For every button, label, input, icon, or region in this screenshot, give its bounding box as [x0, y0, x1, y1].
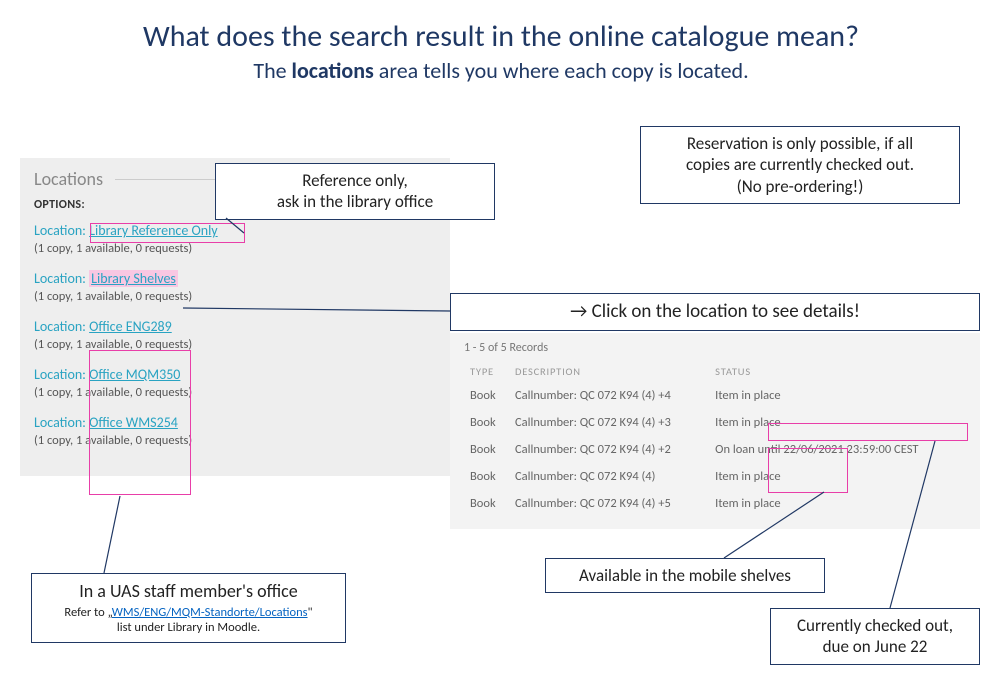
callout-text: In a UAS staff member's office	[46, 580, 331, 603]
details-panel: 1 - 5 of 5 Records TYPE DESCRIPTION STAT…	[450, 333, 980, 529]
moodle-link[interactable]: WMS/ENG/MQM-Standorte/Locations	[112, 605, 308, 620]
callout-text: Refer to „	[64, 605, 111, 620]
cell-desc: Callnumber: QC 072 K94 (4) +3	[509, 409, 709, 436]
subtitle-pre: The	[253, 57, 291, 84]
th-status: STATUS	[709, 361, 966, 382]
callout-text: due on June 22	[785, 636, 965, 657]
location-prefix: Location:	[34, 366, 89, 383]
cell-desc: Callnumber: QC 072 K94 (4)	[509, 463, 709, 490]
callout-uas-office: In a UAS staff member's office Refer to …	[31, 573, 346, 643]
table-row: Book Callnumber: QC 072 K94 (4) +3 Item …	[464, 409, 966, 436]
location-link-shelves[interactable]: Library Shelves	[89, 270, 178, 287]
callout-reservation: Reservation is only possible, if all cop…	[640, 126, 960, 204]
callout-text: Reference only,	[230, 170, 480, 191]
cell-status: Item in place	[709, 490, 966, 517]
location-link-wms254[interactable]: Office WMS254	[89, 414, 178, 431]
callout-text: (No pre-ordering!)	[655, 176, 945, 197]
callout-text: list under Library in Moodle.	[46, 620, 331, 636]
cell-type: Book	[464, 382, 509, 409]
callout-due: Currently checked out, due on June 22	[770, 608, 980, 665]
cell-status: Item in place	[709, 463, 966, 490]
location-availability: (1 copy, 1 available, 0 requests)	[34, 337, 436, 352]
callout-text: copies are currently checked out.	[655, 154, 945, 175]
cell-status: Item in place	[709, 382, 966, 409]
subtitle-post: area tells you where each copy is locate…	[374, 57, 749, 84]
location-item: Location: Library Shelves (1 copy, 1 ava…	[34, 270, 436, 304]
callout-mobile-shelves: Available in the mobile shelves	[545, 558, 825, 593]
location-availability: (1 copy, 1 available, 0 requests)	[34, 433, 436, 448]
location-availability: (1 copy, 1 available, 0 requests)	[34, 385, 436, 400]
location-item: Location: Office MQM350 (1 copy, 1 avail…	[34, 366, 436, 400]
cell-desc: Callnumber: QC 072 K94 (4) +4	[509, 382, 709, 409]
location-link-mqm350[interactable]: Office MQM350	[89, 366, 180, 383]
th-type: TYPE	[464, 361, 509, 382]
th-description: DESCRIPTION	[509, 361, 709, 382]
callout-click-location: → Click on the location to see details!	[450, 293, 980, 331]
cell-status: Item in place	[709, 409, 966, 436]
location-item: Location: Office ENG289 (1 copy, 1 avail…	[34, 318, 436, 352]
location-prefix: Location:	[34, 270, 89, 287]
cell-type: Book	[464, 490, 509, 517]
arrow-right-icon: →	[570, 300, 587, 323]
cell-type: Book	[464, 463, 509, 490]
cell-type: Book	[464, 436, 509, 463]
cell-desc: Callnumber: QC 072 K94 (4) +2	[509, 436, 709, 463]
callout-text: Click on the location to see details!	[592, 300, 860, 323]
table-row: Book Callnumber: QC 072 K94 (4) Item in …	[464, 463, 966, 490]
table-row: Book Callnumber: QC 072 K94 (4) +5 Item …	[464, 490, 966, 517]
location-availability: (1 copy, 1 available, 0 requests)	[34, 289, 436, 304]
details-table: TYPE DESCRIPTION STATUS Book Callnumber:…	[464, 361, 966, 517]
location-link-eng289[interactable]: Office ENG289	[89, 318, 172, 335]
location-prefix: Location:	[34, 222, 89, 239]
callout-text: "	[308, 605, 313, 620]
callout-text: Currently checked out,	[785, 615, 965, 636]
locations-header-text: Locations	[34, 168, 103, 190]
page-title: What does the search result in the onlin…	[0, 18, 1002, 55]
location-prefix: Location:	[34, 414, 89, 431]
cell-type: Book	[464, 409, 509, 436]
location-item: Location: Office WMS254 (1 copy, 1 avail…	[34, 414, 436, 448]
table-row: Book Callnumber: QC 072 K94 (4) +2 On lo…	[464, 436, 966, 463]
page-subtitle: The locations area tells you where each …	[0, 57, 1002, 84]
table-row: Book Callnumber: QC 072 K94 (4) +4 Item …	[464, 382, 966, 409]
cell-status: On loan until 22/06/2021 23:59:00 CEST	[709, 436, 966, 463]
location-availability: (1 copy, 1 available, 0 requests)	[34, 241, 436, 256]
subtitle-bold: locations	[292, 57, 374, 84]
location-link-reference[interactable]: Library Reference Only	[89, 222, 218, 239]
cell-desc: Callnumber: QC 072 K94 (4) +5	[509, 490, 709, 517]
callout-text: Available in the mobile shelves	[560, 565, 810, 586]
callout-text: Reservation is only possible, if all	[655, 133, 945, 154]
callout-text: ask in the library office	[230, 191, 480, 212]
callout-reference: Reference only, ask in the library offic…	[215, 163, 495, 220]
location-item: Location: Library Reference Only (1 copy…	[34, 222, 436, 256]
location-prefix: Location:	[34, 318, 89, 335]
records-count: 1 - 5 of 5 Records	[464, 341, 966, 355]
